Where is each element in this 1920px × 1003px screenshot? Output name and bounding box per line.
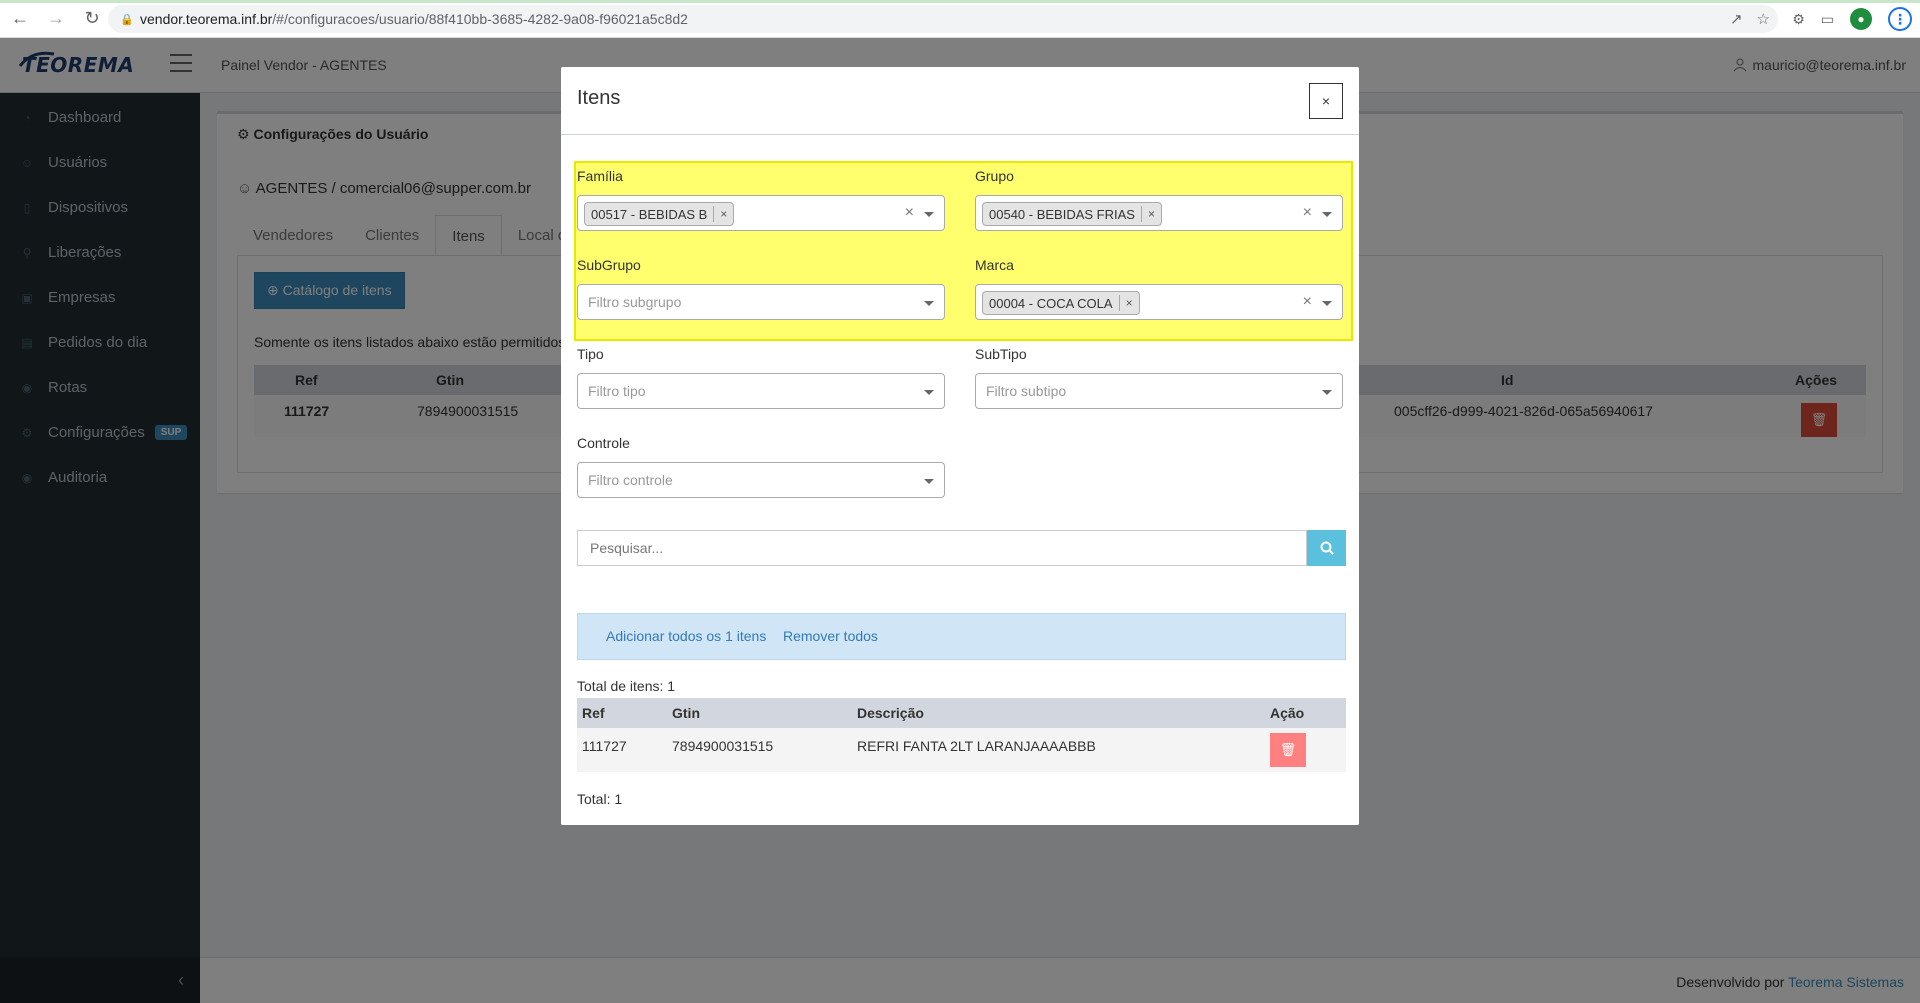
chip-remove-icon[interactable]: × <box>1126 296 1133 310</box>
items-modal: Itens × Família 00517 - BEBIDAS B × × Gru… <box>561 67 1359 825</box>
chevron-down-icon <box>1322 390 1332 395</box>
url-path: /#/configuracoes/usuario/88f410bb-3685-4… <box>272 11 688 27</box>
total-footer: Total: 1 <box>577 791 623 807</box>
loading-bar <box>0 0 1920 3</box>
chip-familia: 00517 - BEBIDAS B × <box>584 202 735 226</box>
table-row: 111727 7894900031515 REFRI FANTA 2LT LAR… <box>577 728 1346 772</box>
share-icon[interactable]: ↗ <box>1730 10 1743 28</box>
th-gtin: Gtin <box>672 705 700 721</box>
clear-icon[interactable]: × <box>1303 293 1312 311</box>
select-tipo[interactable]: Filtro tipo <box>577 373 945 409</box>
label-familia: Família <box>577 168 623 184</box>
chevron-down-icon <box>1322 212 1332 217</box>
th-descricao: Descrição <box>857 705 924 721</box>
url-host: vendor.teorema.inf.br <box>140 11 273 27</box>
search-icon <box>1320 541 1334 555</box>
td-gtin: 7894900031515 <box>672 738 774 754</box>
search-placeholder: Pesquisar... <box>590 540 664 556</box>
modal-header: Itens × <box>561 67 1359 135</box>
total-items: Total de itens: 1 <box>577 678 676 694</box>
chip-label: 00517 - BEBIDAS B <box>591 206 708 222</box>
chip-remove-icon[interactable]: × <box>720 207 727 221</box>
reload-icon[interactable]: ↻ <box>76 3 108 35</box>
modal-table-header: Ref Gtin Descrição Ação <box>577 698 1346 728</box>
search-button[interactable] <box>1307 530 1346 566</box>
select-familia[interactable]: 00517 - BEBIDAS B × × <box>577 195 945 231</box>
close-button[interactable]: × <box>1309 83 1343 119</box>
browser-toolbar: ← → ↻ 🔒 vendor.teorema.inf.br/#/configur… <box>0 0 1920 38</box>
chip-grupo: 00540 - BEBIDAS FRIAS × <box>982 202 1162 226</box>
label-grupo: Grupo <box>975 168 1014 184</box>
th-acao: Ação <box>1270 705 1305 721</box>
sidepanel-icon[interactable]: ▭ <box>1821 11 1834 28</box>
label-controle: Controle <box>577 435 630 451</box>
delete-item-button[interactable]: 🗑 <box>1270 733 1306 767</box>
bulk-actions-box: Adicionar todos os 1 itens Remover todos <box>577 613 1346 660</box>
select-grupo[interactable]: 00540 - BEBIDAS FRIAS × × <box>975 195 1343 231</box>
label-subtipo: SubTipo <box>975 346 1027 362</box>
label-tipo: Tipo <box>577 346 604 362</box>
bookmark-star-icon[interactable]: ☆ <box>1757 10 1770 28</box>
tipo-placeholder: Filtro tipo <box>588 383 646 399</box>
chip-label: 00540 - BEBIDAS FRIAS <box>989 206 1135 222</box>
profile-avatar[interactable]: ● <box>1850 8 1872 30</box>
subgrupo-placeholder: Filtro subgrupo <box>588 294 682 310</box>
address-bar[interactable]: 🔒 vendor.teorema.inf.br/#/configuracoes/… <box>108 5 1778 33</box>
select-marca[interactable]: 00004 - COCA COLA × × <box>975 284 1343 320</box>
modal-title: Itens <box>577 87 621 109</box>
chevron-down-icon <box>924 479 934 484</box>
add-all-link[interactable]: Adicionar todos os 1 itens <box>606 628 766 644</box>
label-marca: Marca <box>975 257 1014 273</box>
trash-icon: 🗑 <box>1279 742 1297 757</box>
chip-marca: 00004 - COCA COLA × <box>982 291 1140 315</box>
chevron-down-icon <box>924 390 934 395</box>
clear-icon[interactable]: × <box>1303 204 1312 222</box>
controle-placeholder: Filtro controle <box>588 472 673 488</box>
chip-remove-icon[interactable]: × <box>1148 207 1155 221</box>
td-ref: 111727 <box>582 738 627 754</box>
forward-icon[interactable]: → <box>40 3 72 35</box>
chevron-down-icon <box>924 301 934 306</box>
chip-label: 00004 - COCA COLA <box>989 295 1113 311</box>
menu-kebab-icon[interactable]: ⋮ <box>1888 7 1912 31</box>
select-subgrupo[interactable]: Filtro subgrupo <box>577 284 945 320</box>
select-subtipo[interactable]: Filtro subtipo <box>975 373 1343 409</box>
th-ref: Ref <box>582 705 605 721</box>
remove-all-link[interactable]: Remover todos <box>783 628 878 644</box>
lock-icon: 🔒 <box>120 14 134 26</box>
extensions-icon[interactable]: ⚙ <box>1792 11 1805 28</box>
chevron-down-icon <box>1322 301 1332 306</box>
subtipo-placeholder: Filtro subtipo <box>986 383 1067 399</box>
chevron-down-icon <box>924 212 934 217</box>
td-descricao: REFRI FANTA 2LT LARANJAAAABBB <box>857 738 1096 754</box>
label-subgrupo: SubGrupo <box>577 257 641 273</box>
back-icon[interactable]: ← <box>4 3 36 35</box>
clear-icon[interactable]: × <box>905 204 914 222</box>
search-input[interactable]: Pesquisar... <box>577 530 1307 566</box>
select-controle[interactable]: Filtro controle <box>577 462 945 498</box>
